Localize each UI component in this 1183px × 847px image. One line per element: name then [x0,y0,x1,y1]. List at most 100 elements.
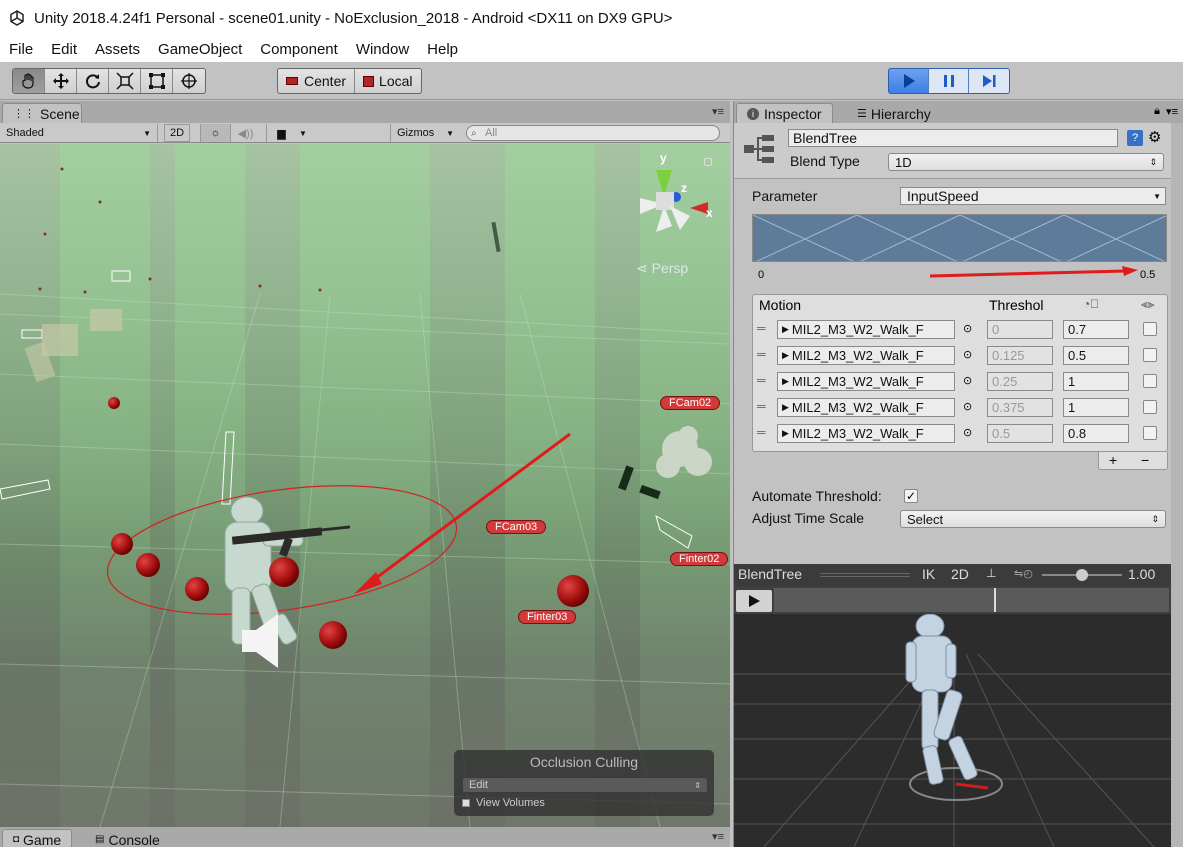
menu-assets[interactable]: Assets [86,41,149,58]
motion-field[interactable]: ▶ MIL2_M3_W2_Walk_F [777,320,955,339]
panel-menu-icon[interactable]: ▾≡ [1166,105,1178,118]
drag-handle-icon[interactable]: ═ [757,399,766,413]
lock-icon[interactable]: 🔒︎ [1154,105,1160,118]
blend-graph[interactable] [752,214,1167,262]
occlusion-culling-overlay: Occlusion Culling Edit ⇕ View Volumes [454,750,714,816]
mirror-checkbox[interactable] [1143,374,1157,388]
motion-field[interactable]: ▶ MIL2_M3_W2_Walk_F [777,372,955,391]
help-icon[interactable]: ? [1127,130,1143,146]
speed-field[interactable]: 1 [1063,398,1129,417]
speed-slider-thumb[interactable] [1076,569,1088,581]
mirror-checkbox[interactable] [1143,348,1157,362]
menu-window[interactable]: Window [347,41,418,58]
tab-game[interactable]: ◘ Game [2,829,73,847]
hand-tool-button[interactable] [13,69,45,93]
threshold-field[interactable]: 0 [987,320,1053,339]
object-name-field[interactable]: BlendTree [788,129,1118,147]
preview-drag-bar[interactable] [820,573,910,577]
pause-button[interactable] [929,69,969,93]
step-button[interactable] [969,69,1009,93]
shading-mode-dropdown[interactable]: Shaded ▼ [0,124,158,142]
panel-menu-icon[interactable]: ▾≡ [712,830,724,843]
motion-field[interactable]: ▶ MIL2_M3_W2_Walk_F [777,424,955,443]
pivot-icon[interactable]: ⊥ [986,566,996,580]
drag-handle-icon[interactable]: ═ [757,373,766,387]
object-picker-icon[interactable]: ⊙ [963,426,972,439]
object-picker-icon[interactable]: ⊙ [963,374,972,387]
threshold-field[interactable]: 0.375 [987,398,1053,417]
mirror-checkbox[interactable] [1143,322,1157,336]
inspector-scrollbar[interactable] [1171,123,1183,847]
gear-icon[interactable]: ⚙ [1148,128,1161,146]
menu-component[interactable]: Component [251,41,347,58]
camera-label[interactable]: Finter02 [670,552,729,566]
transform-tool-button[interactable] [173,69,205,93]
add-motion-button[interactable]: + [1109,452,1117,468]
drag-handle-icon[interactable]: ═ [757,321,766,335]
mirror-checkbox[interactable] [1143,400,1157,414]
move-tool-button[interactable] [45,69,77,93]
object-picker-icon[interactable]: ⊙ [963,400,972,413]
scale-tool-button[interactable] [109,69,141,93]
rotate-tool-button[interactable] [77,69,109,93]
threshold-field[interactable]: 0.125 [987,346,1053,365]
speed-field[interactable]: 1 [1063,372,1129,391]
pivot-center-button[interactable]: Center [278,69,356,93]
tab-console[interactable]: ▤ Console [84,829,171,847]
view-volumes-toggle[interactable]: View Volumes [462,797,545,809]
rect-tool-button[interactable] [141,69,173,93]
lighting-toggle[interactable]: ☼ [200,124,230,142]
timeline-playhead[interactable] [994,588,996,612]
audio-toggle[interactable]: ◀)) [230,124,260,142]
camera-label[interactable]: FCam03 [486,520,547,534]
scene-search-input[interactable]: ⌕ All [466,125,720,141]
ik-toggle[interactable]: IK [922,566,935,582]
remove-motion-button[interactable]: − [1141,452,1149,468]
object-picker-icon[interactable]: ⊙ [963,348,972,361]
preview-speed-value: 1.00 [1128,566,1156,582]
scene-viewport[interactable]: y z x ⋖ Persp FCam02 FCam03 Finter02 Fin… [0,144,730,827]
lock-icon[interactable] [704,158,712,166]
threshold-field[interactable]: 0.25 [987,372,1053,391]
drag-handle-icon[interactable]: ═ [757,347,766,361]
camera-label[interactable]: FCam02 [660,396,721,410]
menu-edit[interactable]: Edit [42,41,86,58]
motion-field[interactable]: ▶ MIL2_M3_W2_Walk_F [777,346,955,365]
occlusion-mode-dropdown[interactable]: Edit ⇕ [462,777,708,793]
motion-field[interactable]: ▶ MIL2_M3_W2_Walk_F [777,398,955,417]
projection-toggle[interactable]: ⋖ Persp [636,260,688,277]
menu-file[interactable]: File [0,41,42,58]
preview-play-button[interactable] [736,590,772,612]
preview-viewport[interactable] [734,586,1171,847]
speed-field[interactable]: 0.8 [1063,424,1129,443]
menu-gameobject[interactable]: GameObject [149,41,251,58]
animation-clip-icon: ▶ [782,324,789,334]
effects-dropdown[interactable]: ▼ [296,124,310,142]
tab-inspector[interactable]: i Inspector [736,103,833,123]
view-volumes-label: View Volumes [476,797,545,809]
scene-tab-icon: ⋮⋮ [13,108,35,120]
menu-help[interactable]: Help [418,41,467,58]
panel-menu-icon[interactable]: ▾≡ [712,105,724,118]
play-button[interactable] [889,69,929,93]
adjust-time-scale-dropdown[interactable]: Select ⇕ [900,510,1166,528]
tab-scene[interactable]: ⋮⋮ Scene [2,103,82,123]
drag-handle-icon[interactable]: ═ [757,425,766,439]
object-picker-icon[interactable]: ⊙ [963,322,972,335]
automate-threshold-checkbox[interactable]: ✓ [904,489,918,503]
timeline-track[interactable] [774,588,1169,612]
camera-label[interactable]: Finter03 [518,610,577,624]
tab-hierarchy[interactable]: ☰ Hierarchy [846,103,942,123]
mode-2d-button[interactable]: 2D [164,124,190,142]
parameter-dropdown[interactable]: InputSpeed ▼ [900,187,1166,205]
pivot-local-button[interactable]: Local [355,69,420,93]
mirror-checkbox[interactable] [1143,426,1157,440]
blend-type-dropdown[interactable]: 1D ⇕ [888,153,1164,171]
threshold-field[interactable]: 0.5 [987,424,1053,443]
speed-field[interactable]: 0.7 [1063,320,1129,339]
preview-2d-toggle[interactable]: 2D [951,566,969,582]
effects-toggle[interactable]: ▆ [266,124,296,142]
gizmos-dropdown[interactable]: Gizmos ▼ [390,124,460,142]
speed-field[interactable]: 0.5 [1063,346,1129,365]
preview-speed-slider[interactable] [1042,569,1122,581]
